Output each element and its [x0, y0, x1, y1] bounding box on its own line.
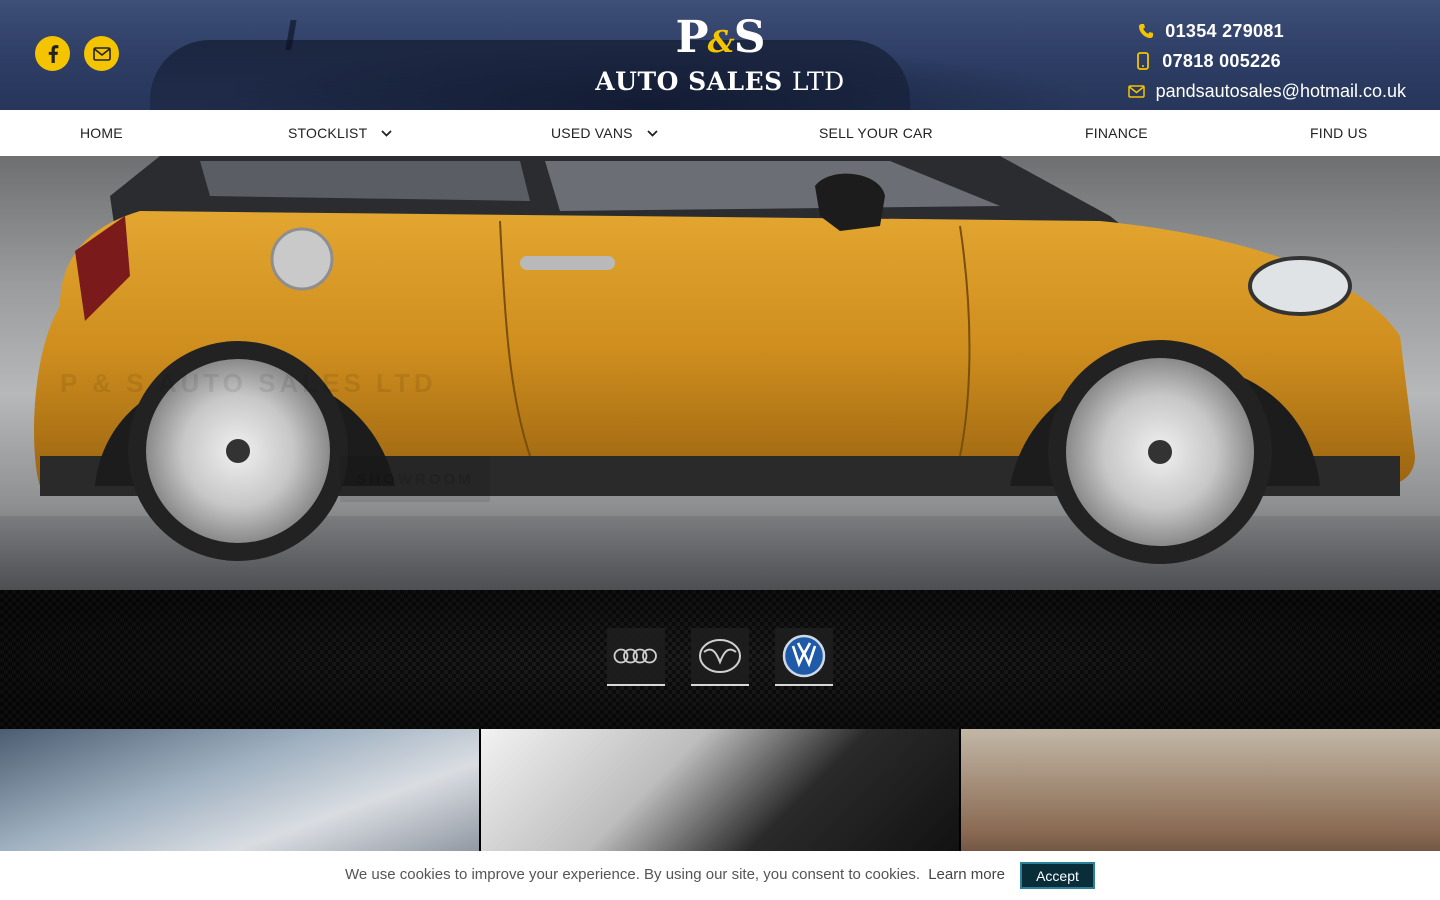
brand-strip [0, 590, 1440, 729]
email-link[interactable]: pandsautosales@hotmail.co.uk [1126, 76, 1406, 106]
brand-mazda[interactable] [691, 628, 749, 686]
nav-item-stocklist[interactable]: STOCKLIST [288, 110, 392, 156]
volkswagen-logo-icon [782, 634, 826, 678]
main-navigation: HOME STOCKLIST USED VANS SELL YOUR CAR F… [0, 110, 1440, 156]
nav-item-sell-your-car[interactable]: SELL YOUR CAR [819, 110, 933, 156]
brand-audi[interactable] [607, 628, 665, 686]
nav-item-find-us[interactable]: FIND US [1310, 110, 1367, 156]
contact-details: 01354 279081 07818 005226 pandsautosales… [1126, 16, 1406, 106]
facebook-icon [48, 44, 58, 63]
hero-watermark: P & S AUTO SALES LTD [60, 368, 437, 398]
chevron-down-icon [381, 129, 392, 137]
phone-landline[interactable]: 01354 279081 [1126, 16, 1406, 46]
site-logo[interactable]: P&S AUTO SALES LTD [590, 14, 850, 97]
email-button[interactable] [84, 36, 119, 71]
logo-wordmark: AUTO SALES LTD [595, 67, 845, 96]
nav-item-finance[interactable]: FINANCE [1085, 110, 1148, 156]
brand-volkswagen[interactable] [775, 628, 833, 686]
envelope-icon [1126, 84, 1148, 98]
cookie-consent-bar: We use cookies to improve your experienc… [0, 851, 1440, 900]
showroom-button[interactable]: SHOWROOM [340, 456, 490, 502]
nav-item-used-vans[interactable]: USED VANS [551, 110, 658, 156]
hero-banner: P & S AUTO SALES LTD SHOWROOM [0, 156, 1440, 590]
mazda-logo-icon [699, 639, 741, 673]
cookie-message: We use cookies to improve your experienc… [345, 866, 1005, 883]
facebook-button[interactable] [35, 36, 70, 71]
phone-icon [1135, 23, 1157, 39]
nav-item-home[interactable]: HOME [80, 110, 123, 156]
site-header: P&S AUTO SALES LTD 01354 279081 07818 00… [0, 0, 1440, 110]
logo-monogram: P&S [675, 12, 766, 63]
chevron-down-icon [647, 129, 658, 137]
audi-logo-icon [613, 648, 657, 664]
accept-cookies-button[interactable]: Accept [1020, 862, 1095, 889]
learn-more-link[interactable]: Learn more [928, 866, 1005, 883]
phone-mobile[interactable]: 07818 005226 [1126, 46, 1406, 76]
mobile-phone-icon [1132, 52, 1154, 70]
envelope-icon [92, 46, 111, 61]
